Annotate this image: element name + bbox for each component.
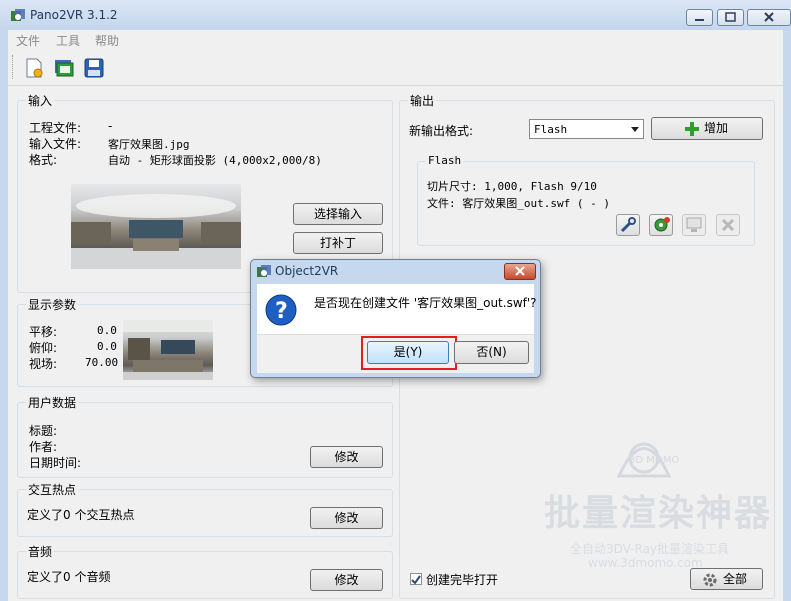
question-icon: ?: [265, 294, 297, 326]
input-file-label: 输入文件:: [29, 137, 82, 151]
dialog-title: Object2VR: [275, 264, 339, 278]
input-group-title: 输入: [26, 92, 55, 109]
title-bar: Pano2VR 3.1.2: [0, 0, 791, 30]
wrench-icon: [620, 217, 636, 233]
fov-value: 70.00: [85, 356, 119, 369]
monitor-icon: [686, 217, 702, 232]
watermark-logo-icon: 3D MOMO: [616, 442, 679, 478]
app-icon: [11, 9, 25, 21]
user-data-edit-button[interactable]: 修改: [310, 446, 383, 468]
gear-run-icon: [654, 217, 670, 232]
hotspots-count: 定义了0 个交互热点: [27, 508, 135, 522]
format-label: 格式:: [29, 153, 58, 167]
dialog-app-icon: [257, 265, 271, 277]
hotspots-group: 交互热点 定义了0 个交互热点 修改: [17, 481, 393, 537]
flash-output-file: 文件: 客厅效果图_out.swf ( - ): [427, 197, 610, 210]
datetime-label: 日期时间:: [29, 456, 82, 470]
flash-preview-button[interactable]: [682, 214, 706, 236]
audio-group: 音频 定义了0 个音频 修改: [17, 543, 393, 599]
watermark-logo: 3D MOMO: [629, 455, 679, 466]
svg-text:?: ?: [275, 299, 288, 324]
save-icon[interactable]: [83, 57, 105, 79]
format-value: 自动 - 矩形球面投影 (4,000x2,000/8): [108, 154, 322, 167]
add-output-button[interactable]: 增加: [651, 117, 763, 140]
output-format-value: Flash: [534, 123, 568, 136]
close-icon: [515, 266, 525, 276]
yes-button[interactable]: 是(Y): [367, 341, 449, 364]
close-button[interactable]: [747, 9, 791, 26]
user-data-title: 用户数据: [26, 394, 79, 411]
menu-bar: 文件 工具 帮助: [8, 30, 783, 49]
menu-file[interactable]: 文件: [16, 32, 40, 49]
tilt-label: 俯仰:: [29, 341, 58, 355]
input-file-value: 客厅效果图.jpg: [108, 138, 190, 151]
close-icon: [764, 12, 774, 22]
delete-icon: [721, 218, 735, 232]
flash-settings-button[interactable]: [616, 214, 640, 236]
menu-help[interactable]: 帮助: [95, 32, 119, 49]
fov-label: 视场:: [29, 357, 58, 371]
input-preview-image: [71, 184, 241, 269]
flash-output-group: Flash 切片尺寸: 1,000, Flash 9/10 文件: 客厅效果图_…: [417, 154, 755, 246]
flash-generate-button[interactable]: [649, 214, 673, 236]
window-title: Pano2VR 3.1.2: [30, 8, 118, 22]
new-project-icon[interactable]: [23, 57, 45, 79]
checkmark-icon: [411, 575, 421, 585]
gear-icon: [703, 573, 717, 587]
author-label: 作者:: [29, 440, 58, 454]
plus-icon: [685, 122, 699, 136]
chevron-down-icon: [631, 127, 639, 132]
dialog-footer: 是(Y) 否(N): [257, 334, 534, 373]
audio-count: 定义了0 个音频: [27, 570, 111, 584]
pan-value: 0.0: [97, 324, 117, 337]
view-preview: [123, 320, 213, 380]
toolbar-grip: [12, 55, 16, 79]
project-file-value: -: [108, 119, 113, 133]
minimize-icon: [695, 19, 704, 21]
hotspots-edit-button[interactable]: 修改: [310, 507, 383, 529]
add-output-label: 增加: [704, 121, 729, 135]
output-title: 输出: [408, 92, 437, 109]
open-after-create-checkbox[interactable]: [410, 573, 422, 585]
title-label: 标题:: [29, 424, 58, 438]
panorama-preview: [71, 194, 241, 269]
open-project-icon[interactable]: [53, 57, 75, 79]
display-params-title: 显示参数: [26, 296, 79, 313]
confirm-dialog: Object2VR ? 是否现在创建文件 '客厅效果图_out.swf'? 是(…: [250, 259, 541, 378]
output-format-select[interactable]: Flash: [529, 119, 644, 139]
new-format-label: 新输出格式:: [409, 124, 474, 138]
select-input-button[interactable]: 选择输入: [293, 203, 383, 225]
generate-all-label: 全部: [723, 572, 748, 586]
patch-button[interactable]: 打补丁: [293, 232, 383, 254]
project-file-label: 工程文件:: [29, 121, 82, 135]
menu-tools[interactable]: 工具: [56, 32, 80, 49]
user-data-group: 用户数据 标题: 作者: 日期时间: 修改: [17, 394, 393, 478]
audio-title: 音频: [26, 543, 55, 560]
dialog-close-button[interactable]: [504, 263, 536, 280]
watermark-line1: 全自动3DV-Ray批量渲染工具: [570, 542, 730, 556]
flash-output-title: Flash: [426, 154, 464, 167]
dialog-body: ? 是否现在创建文件 '客厅效果图_out.swf'?: [257, 284, 537, 334]
audio-edit-button[interactable]: 修改: [310, 569, 383, 591]
tilt-value: 0.0: [97, 340, 117, 353]
hotspots-title: 交互热点: [26, 481, 79, 498]
view-preview-image: [123, 320, 213, 380]
toolbar: [8, 49, 783, 86]
flash-delete-button[interactable]: [716, 214, 740, 236]
open-after-create-label: 创建完毕打开: [426, 573, 499, 587]
main-window: Pano2VR 3.1.2 文件 工具 帮助 输入 工程文件: - 输入文件: …: [0, 0, 791, 601]
maximize-icon: [725, 12, 736, 22]
watermark-line2: www.3dmomo.com: [588, 556, 703, 570]
flash-tile-size: 切片尺寸: 1,000, Flash 9/10: [427, 180, 597, 193]
watermark-title: 批量渲染神器: [544, 493, 773, 534]
no-button[interactable]: 否(N): [454, 341, 529, 364]
minimize-button[interactable]: [686, 9, 713, 26]
generate-all-button[interactable]: 全部: [690, 568, 763, 590]
maximize-button[interactable]: [717, 9, 744, 26]
pan-label: 平移:: [29, 325, 58, 339]
dialog-message: 是否现在创建文件 '客厅效果图_out.swf'?: [314, 296, 537, 310]
